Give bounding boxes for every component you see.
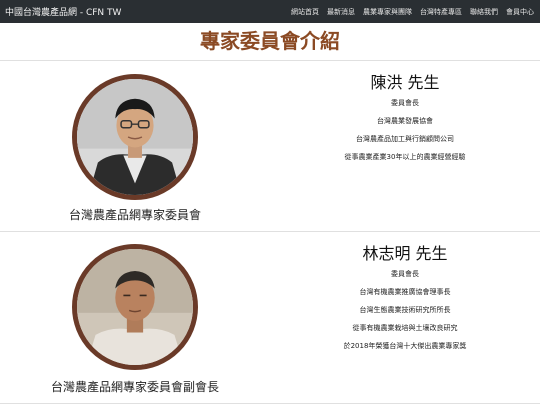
expert-caption-1: 台灣農產品網專家委員會 — [68, 208, 201, 222]
expert-card-2: 台灣農產品網專家委員會副會長 林志明 先生 委員會長 台灣有機農業推廣協會理事長… — [0, 232, 540, 404]
expert-info-1: 陳洪 先生 委員會長 台灣農業發展協會 台灣農產品加工與行銷顧問公司 從事農業產… — [270, 73, 540, 166]
page-title: 專家委員會介紹 — [200, 29, 340, 53]
expert-detail: 台灣有機農業推廣協會理事長 — [359, 288, 451, 296]
top-navbar: 中國台灣農產品網 - CFN TW 網站首頁 最新消息 農業專家與團隊 台灣特產… — [0, 0, 540, 23]
expert-detail: 從事農業產業30年以上的農業經營經驗 — [344, 153, 466, 161]
expert-photo-1 — [72, 74, 198, 200]
nav-link-news[interactable]: 最新消息 — [327, 7, 355, 17]
nav-link-home[interactable]: 網站首頁 — [291, 7, 319, 17]
expert-caption-2: 台灣農產品網專家委員會副會長 — [50, 380, 219, 394]
expert-name-2: 林志明 先生 — [362, 244, 448, 263]
expert-name-1: 陳洪 先生 — [370, 73, 440, 92]
expert-photo-2 — [72, 244, 198, 370]
expert-detail: 台灣農產品加工與行銷顧問公司 — [356, 135, 454, 143]
nav-links: 網站首頁 最新消息 農業專家與團隊 台灣特產專區 聯絡我們 會員中心 — [291, 7, 534, 17]
site-brand[interactable]: 中國台灣農產品網 - CFN TW — [5, 5, 121, 18]
nav-link-contact[interactable]: 聯絡我們 — [470, 7, 498, 17]
expert-detail: 從事有機農業栽培與土壤改良研究 — [352, 324, 458, 332]
expert-detail: 委員會長 — [391, 99, 419, 107]
expert-detail: 於2018年榮獲台灣十大傑出農業專家獎 — [343, 342, 467, 350]
nav-link-specialties[interactable]: 台灣特產專區 — [420, 7, 462, 17]
nav-link-members[interactable]: 會員中心 — [506, 7, 534, 17]
nav-link-experts[interactable]: 農業專家與團隊 — [363, 7, 412, 17]
expert-detail: 委員會長 — [391, 270, 419, 278]
expert-detail: 台灣生態農業技術研究所所長 — [359, 306, 451, 314]
expert-card-1: 台灣農產品網專家委員會 陳洪 先生 委員會長 台灣農業發展協會 台灣農產品加工與… — [0, 61, 540, 231]
expert-detail: 台灣農業發展協會 — [377, 117, 433, 125]
section-divider — [0, 403, 540, 404]
expert-info-2: 林志明 先生 委員會長 台灣有機農業推廣協會理事長 台灣生態農業技術研究所所長 … — [270, 244, 540, 355]
